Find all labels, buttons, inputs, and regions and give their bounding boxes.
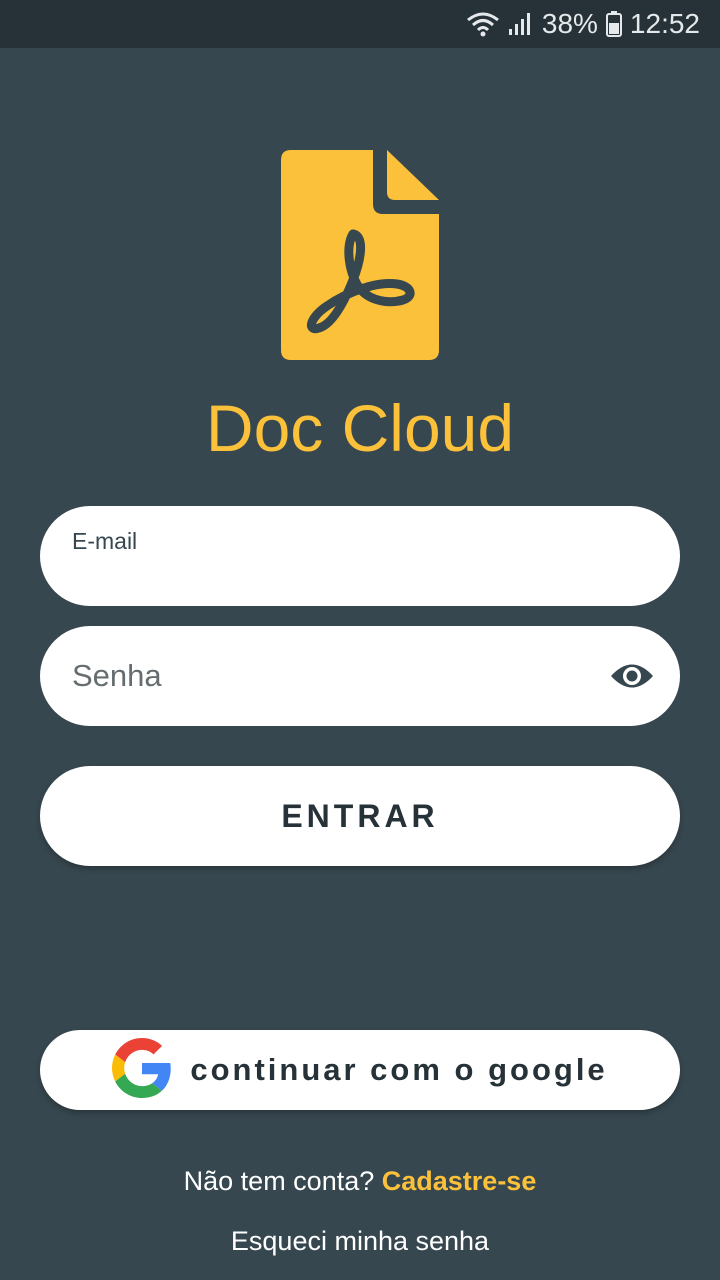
eye-icon[interactable] [608,654,656,698]
battery-icon [605,11,622,37]
email-input[interactable] [72,558,632,594]
google-button-label: continuar com o google [190,1052,608,1087]
login-button[interactable]: ENTRAR [40,766,680,866]
signup-link[interactable]: Cadastre-se [382,1166,537,1196]
signal-icon [508,11,534,37]
clock: 12:52 [629,8,700,39]
status-bar: 38% 12:52 [0,0,720,48]
email-label: E-mail [72,528,138,554]
password-input[interactable] [72,656,592,696]
wifi-icon [466,11,500,37]
google-logo-icon [112,1037,172,1103]
google-login-button[interactable]: continuar com o google [40,1030,680,1110]
login-button-label: ENTRAR [281,797,439,834]
password-field[interactable] [40,626,680,726]
no-account-text: Não tem conta? [183,1166,375,1196]
app-title: Doc Cloud [205,391,515,465]
forgot-password-link[interactable]: Esqueci minha senha [0,1226,720,1257]
battery-percent: 38% [541,8,598,39]
email-field[interactable]: E-mail [40,506,680,606]
signup-prompt: Não tem conta? Cadastre-se [0,1166,720,1197]
pdf-document-icon [281,150,439,360]
